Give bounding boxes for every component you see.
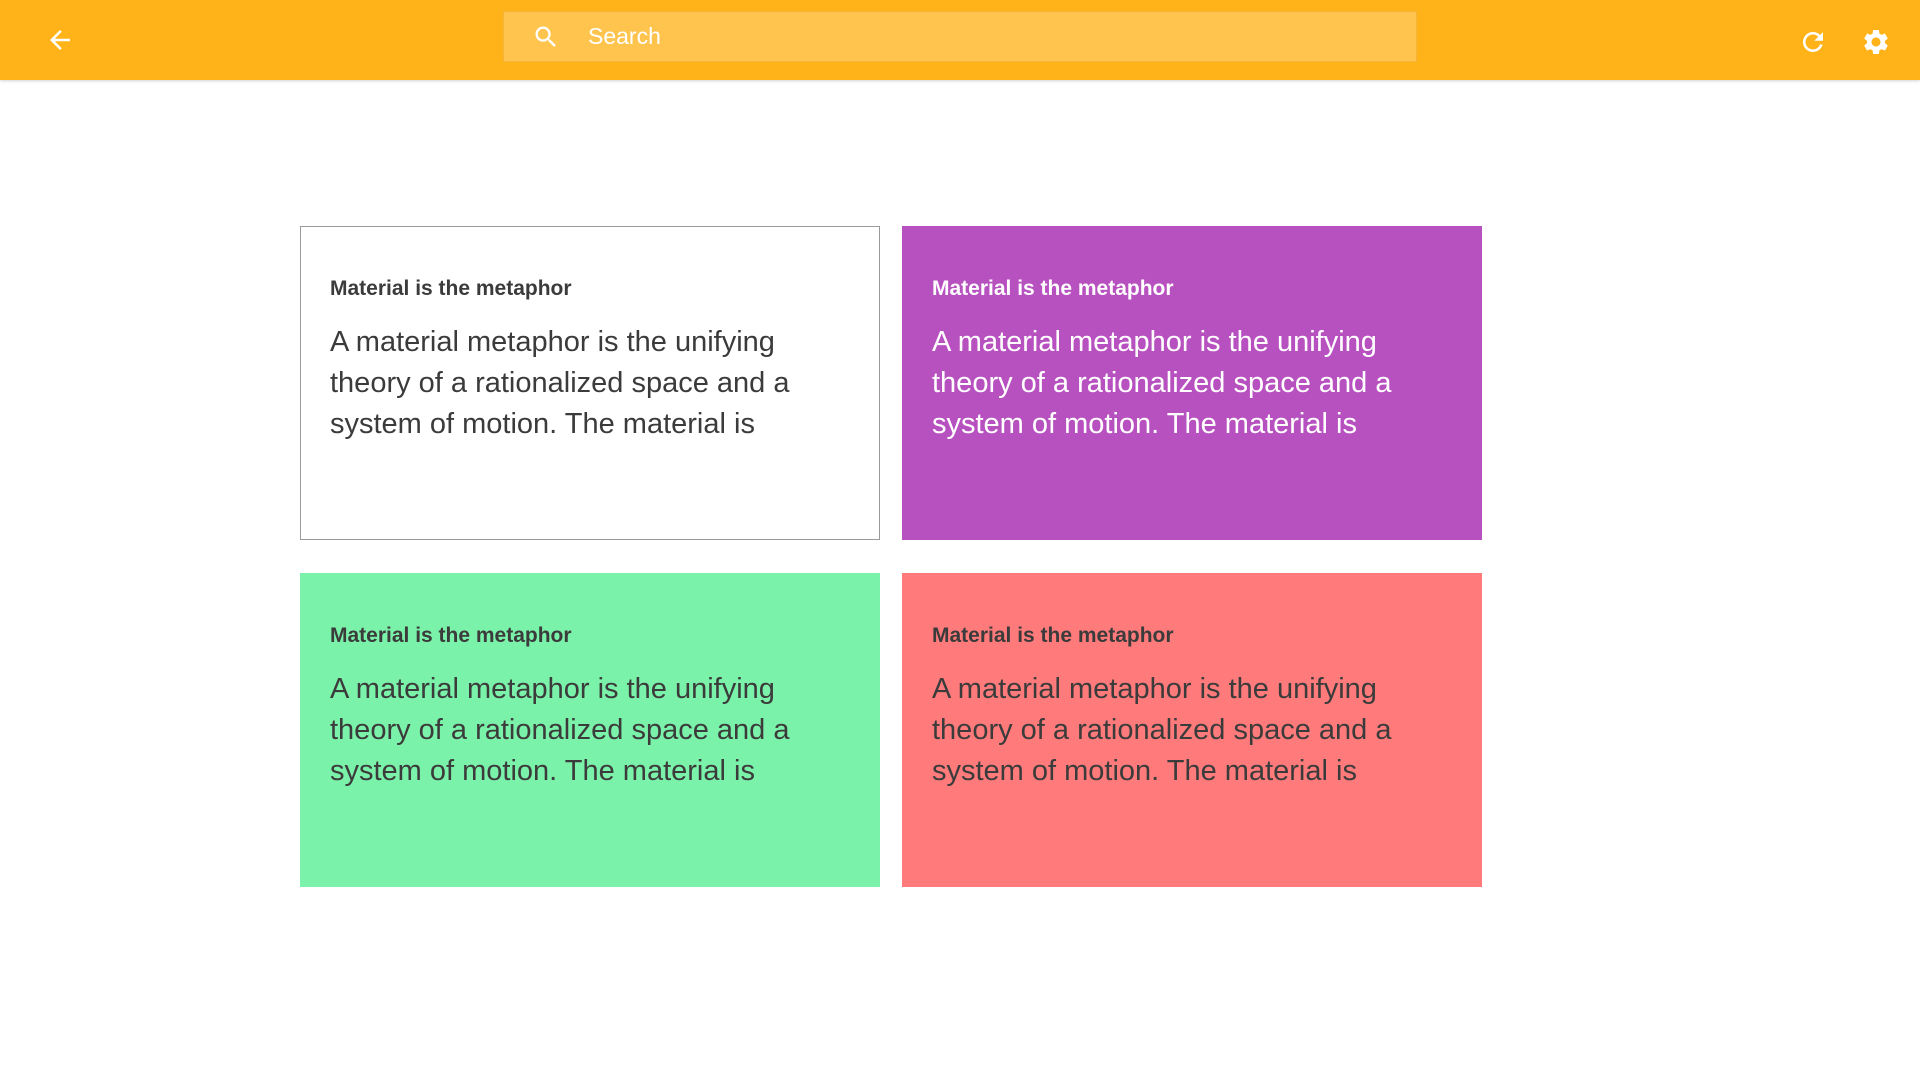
card-purple[interactable]: Material is the metaphor A material meta… bbox=[902, 226, 1482, 540]
gear-icon bbox=[1864, 29, 1888, 54]
card-body: A material metaphor is the unifying theo… bbox=[932, 673, 1392, 787]
card-title: Material is the metaphor bbox=[330, 277, 572, 300]
card-title: Material is the metaphor bbox=[932, 624, 1174, 647]
card-title: Material is the metaphor bbox=[932, 277, 1174, 300]
card-body: A material metaphor is the unifying theo… bbox=[330, 326, 790, 440]
card-title: Material is the metaphor bbox=[330, 624, 572, 647]
refresh-button[interactable] bbox=[1787, 16, 1839, 68]
arrow-left-icon bbox=[50, 30, 70, 50]
app-bar bbox=[0, 0, 1920, 80]
search-input[interactable] bbox=[588, 12, 1388, 61]
search-icon bbox=[535, 26, 556, 47]
card-white[interactable]: Material is the metaphor A material meta… bbox=[300, 226, 880, 540]
refresh-icon bbox=[1802, 31, 1823, 52]
card-body: A material metaphor is the unifying theo… bbox=[330, 673, 790, 787]
back-button[interactable] bbox=[34, 14, 86, 66]
settings-button[interactable] bbox=[1850, 16, 1902, 68]
card-green[interactable]: Material is the metaphor A material meta… bbox=[300, 573, 880, 887]
card-red[interactable]: Material is the metaphor A material meta… bbox=[902, 573, 1482, 887]
search-bar bbox=[503, 11, 1417, 62]
card-body: A material metaphor is the unifying theo… bbox=[932, 326, 1392, 440]
